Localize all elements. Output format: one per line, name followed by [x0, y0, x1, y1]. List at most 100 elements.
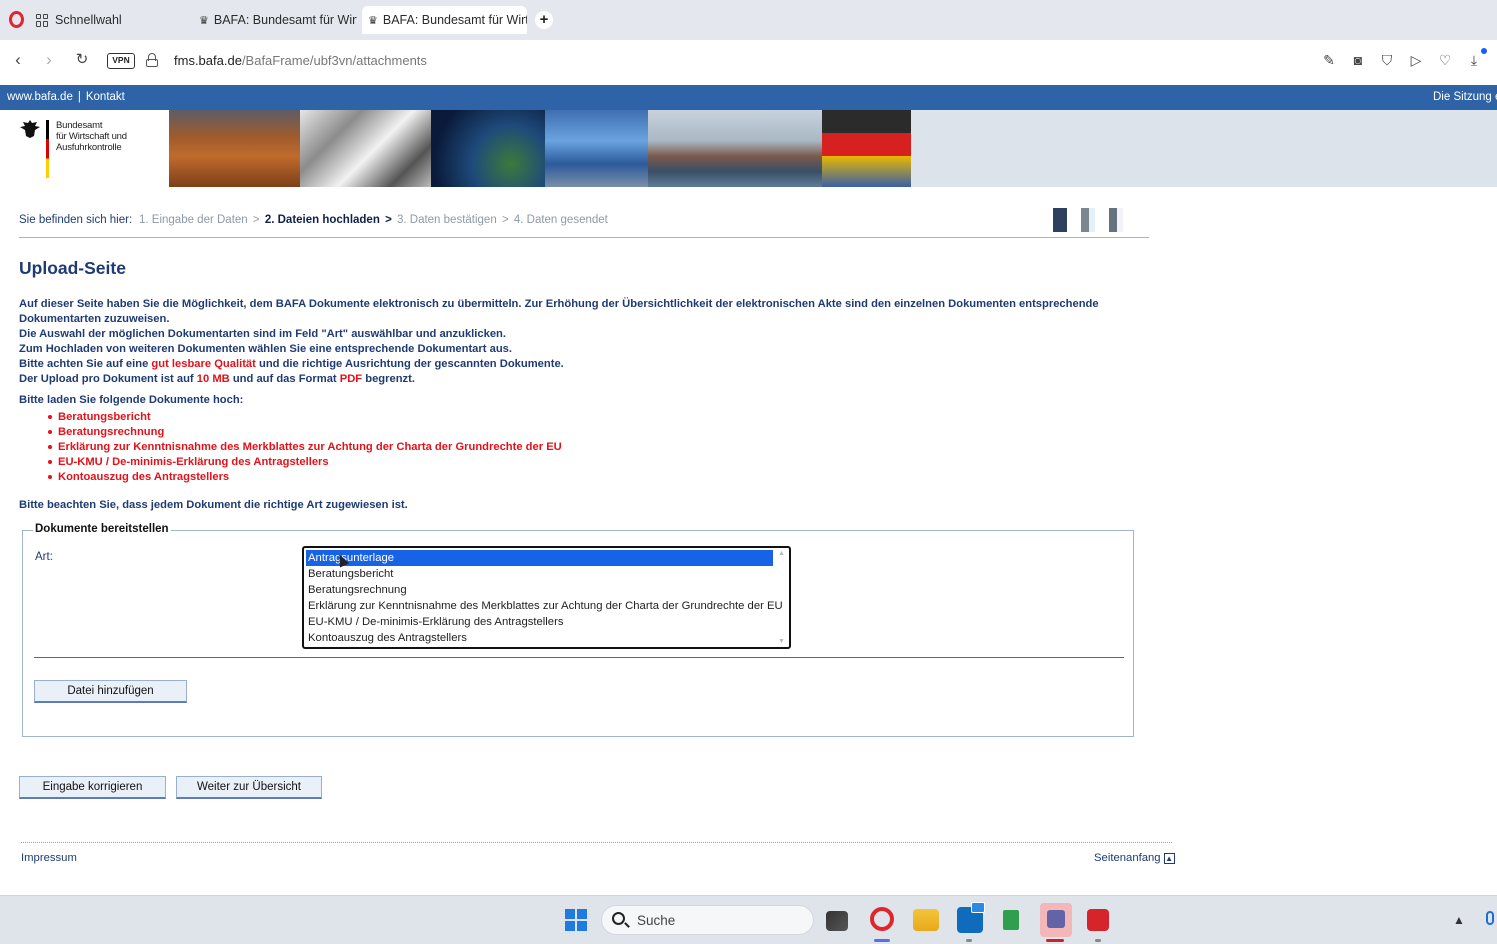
banner-photo-houses — [169, 110, 300, 187]
tab-label: BAFA: Bundesamt für Wirt — [213, 13, 357, 27]
listbox-scrollbar[interactable]: ▲ ▼ — [777, 550, 787, 645]
new-tab-plus-icon[interactable]: + — [535, 11, 553, 29]
font-size-switcher — [1053, 208, 1137, 232]
tab-speed-dial[interactable]: Schnellwahl — [36, 6, 186, 34]
correct-input-button[interactable]: Eingabe korrigieren — [19, 776, 166, 799]
reload-icon[interactable]: ↻ — [73, 51, 91, 69]
teams-active-indicator — [1046, 939, 1064, 942]
breadcrumb-step-3: 3. Daten bestätigen — [396, 214, 497, 226]
add-file-button[interactable]: Datei hinzufügen — [34, 680, 187, 703]
german-flag-bar — [46, 120, 49, 178]
send-arrow-icon[interactable]: ▷ — [1408, 51, 1424, 69]
footer-divider — [21, 842, 1172, 843]
listbox-option[interactable]: Beratungsrechnung — [306, 582, 773, 598]
listbox-option[interactable]: Erklärung zur Kenntnisnahme des Merkblat… — [306, 598, 783, 614]
breadcrumb-separator: > — [385, 214, 392, 226]
list-item: Erklärung zur Kenntnisnahme des Merkblat… — [48, 441, 562, 453]
intro-line: Der Upload pro Dokument ist auf 10 MB un… — [19, 373, 415, 385]
browser-tab-bar: Schnellwahl ♛ BAFA: Bundesamt für Wirt ♛… — [0, 0, 1497, 40]
breadcrumb-separator: > — [501, 214, 509, 226]
list-item: Beratungsbericht — [48, 410, 562, 425]
banner-photo-ships — [648, 110, 822, 187]
vpn-badge[interactable]: VPN — [107, 53, 135, 69]
logo-text: Bundesamt für Wirtschaft und Ausfuhrkont… — [56, 120, 127, 153]
intro-line: Die Auswahl der möglichen Dokumentarten … — [19, 328, 506, 340]
tab-bafa-2-active[interactable]: ♛ BAFA: Bundesamt für Wirt — [362, 6, 527, 34]
microphone-icon[interactable] — [1486, 911, 1494, 925]
forward-arrow-icon[interactable]: › — [40, 51, 58, 69]
scroll-down-arrow-icon[interactable]: ▼ — [778, 638, 785, 645]
bafa-logo[interactable]: Bundesamt für Wirtschaft und Ausfuhrkont… — [0, 110, 169, 187]
edit-page-icon[interactable]: ✎ — [1321, 51, 1337, 69]
required-documents-title: Bitte laden Sie folgende Dokumente hoch: — [19, 394, 244, 406]
listbox-option[interactable]: Kontoauszug des Antragstellers — [306, 630, 773, 646]
intro-text: Auf dieser Seite haben Sie die Möglichke… — [19, 297, 1119, 387]
file-explorer-icon[interactable] — [913, 909, 939, 931]
banner-photo-satellite — [431, 110, 545, 187]
banner-photo-steel — [300, 110, 431, 187]
list-item: Kontoauszug des Antragstellers — [48, 470, 562, 485]
download-icon[interactable]: ⤓ — [1466, 51, 1482, 69]
breadcrumb-separator: > — [252, 214, 260, 226]
art-label: Art: — [35, 551, 53, 563]
excel-icon[interactable] — [1003, 910, 1019, 930]
document-type-listbox[interactable]: Antragsunterlage Beratungsbericht Beratu… — [302, 546, 791, 649]
taskview-icon[interactable] — [826, 911, 848, 931]
tab-label: BAFA: Bundesamt für Wirt — [382, 13, 527, 27]
bafa-favicon-icon: ♛ — [368, 14, 378, 27]
impressum-link[interactable]: Impressum — [21, 852, 77, 864]
intro-line: Bitte achten Sie auf eine gut lesbare Qu… — [19, 358, 564, 370]
back-arrow-icon[interactable]: ‹ — [9, 51, 27, 69]
font-size-small-button[interactable] — [1053, 208, 1067, 232]
heart-bookmark-icon[interactable]: ♡ — [1437, 51, 1453, 69]
outlook-running-indicator — [966, 939, 972, 942]
breadcrumb-step-4: 4. Daten gesendet — [513, 214, 608, 226]
breadcrumb-step-1: 1. Eingabe der Daten — [139, 214, 248, 226]
url-path: /BafaFrame/ubf3vn/attachments — [241, 53, 427, 68]
url-field[interactable]: fms.bafa.de/BafaFrame/ubf3vn/attachments — [174, 53, 427, 68]
list-item: Beratungsrechnung — [48, 425, 562, 440]
tray-chevron-up-icon[interactable]: ▲ — [1453, 913, 1465, 927]
address-bar-actions: ✎ ◙ ⛉ ▷ ♡ ⤓ — [1321, 51, 1482, 69]
tab-bafa-1[interactable]: ♛ BAFA: Bundesamt für Wirt — [199, 6, 357, 34]
taskbar-search[interactable]: Suche — [601, 905, 814, 935]
breadcrumb-step-2-active: 2. Dateien hochladen — [264, 214, 380, 226]
link-kontakt[interactable]: Kontakt — [86, 91, 125, 103]
continue-to-overview-button[interactable]: Weiter zur Übersicht — [176, 776, 322, 799]
camera-snapshot-icon[interactable]: ◙ — [1350, 51, 1366, 69]
listbox-option[interactable]: Beratungsbericht — [306, 566, 773, 582]
banner-photo-flags — [822, 110, 911, 187]
fieldset-divider — [34, 657, 1124, 658]
shield-adblock-icon[interactable]: ⛉ — [1379, 51, 1395, 69]
teams-icon[interactable] — [1040, 903, 1072, 937]
search-placeholder: Suche — [637, 913, 676, 928]
back-to-top-link[interactable]: Seitenanfang ▲ — [1094, 852, 1175, 864]
font-size-medium-button[interactable] — [1081, 208, 1095, 232]
header-banner: Bundesamt für Wirtschaft und Ausfuhrkont… — [0, 110, 1497, 187]
intro-line: Zum Hochladen von weiteren Dokumenten wä… — [19, 343, 512, 355]
listbox-option-selected[interactable]: Antragsunterlage — [306, 550, 773, 566]
start-icon[interactable] — [565, 909, 587, 931]
link-bafa-home[interactable]: www.bafa.de — [7, 91, 73, 103]
acrobat-icon[interactable] — [1087, 909, 1109, 931]
bafa-favicon-icon: ♛ — [199, 14, 209, 27]
banner-photo-hall — [545, 110, 648, 187]
back-to-top-label: Seitenanfang — [1094, 852, 1161, 864]
listbox-option[interactable]: EU-KMU / De-minimis-Erklärung des Antrag… — [306, 614, 773, 630]
download-notification-dot — [1481, 48, 1487, 54]
upload-fieldset: Dokumente bereitstellen Art: Antragsunte… — [22, 523, 1134, 737]
arrow-up-icon: ▲ — [1163, 852, 1175, 864]
lock-icon[interactable] — [146, 53, 158, 67]
session-timeout-text: Die Sitzung e — [1433, 91, 1497, 103]
outlook-icon[interactable] — [957, 902, 985, 933]
tab-label: Schnellwahl — [55, 13, 122, 27]
opera-active-indicator — [874, 939, 890, 942]
font-size-large-button[interactable] — [1109, 208, 1123, 232]
opera-menu-icon[interactable] — [9, 11, 24, 28]
scroll-up-arrow-icon[interactable]: ▲ — [778, 550, 785, 557]
breadcrumb: Sie befinden sich hier: 1. Eingabe der D… — [19, 208, 1149, 238]
breadcrumb-label: Sie befinden sich hier: — [19, 214, 133, 226]
url-host: fms.bafa.de — [174, 53, 242, 68]
opera-icon[interactable] — [870, 907, 894, 931]
required-documents-list: Beratungsbericht Beratungsrechnung Erklä… — [48, 410, 562, 485]
